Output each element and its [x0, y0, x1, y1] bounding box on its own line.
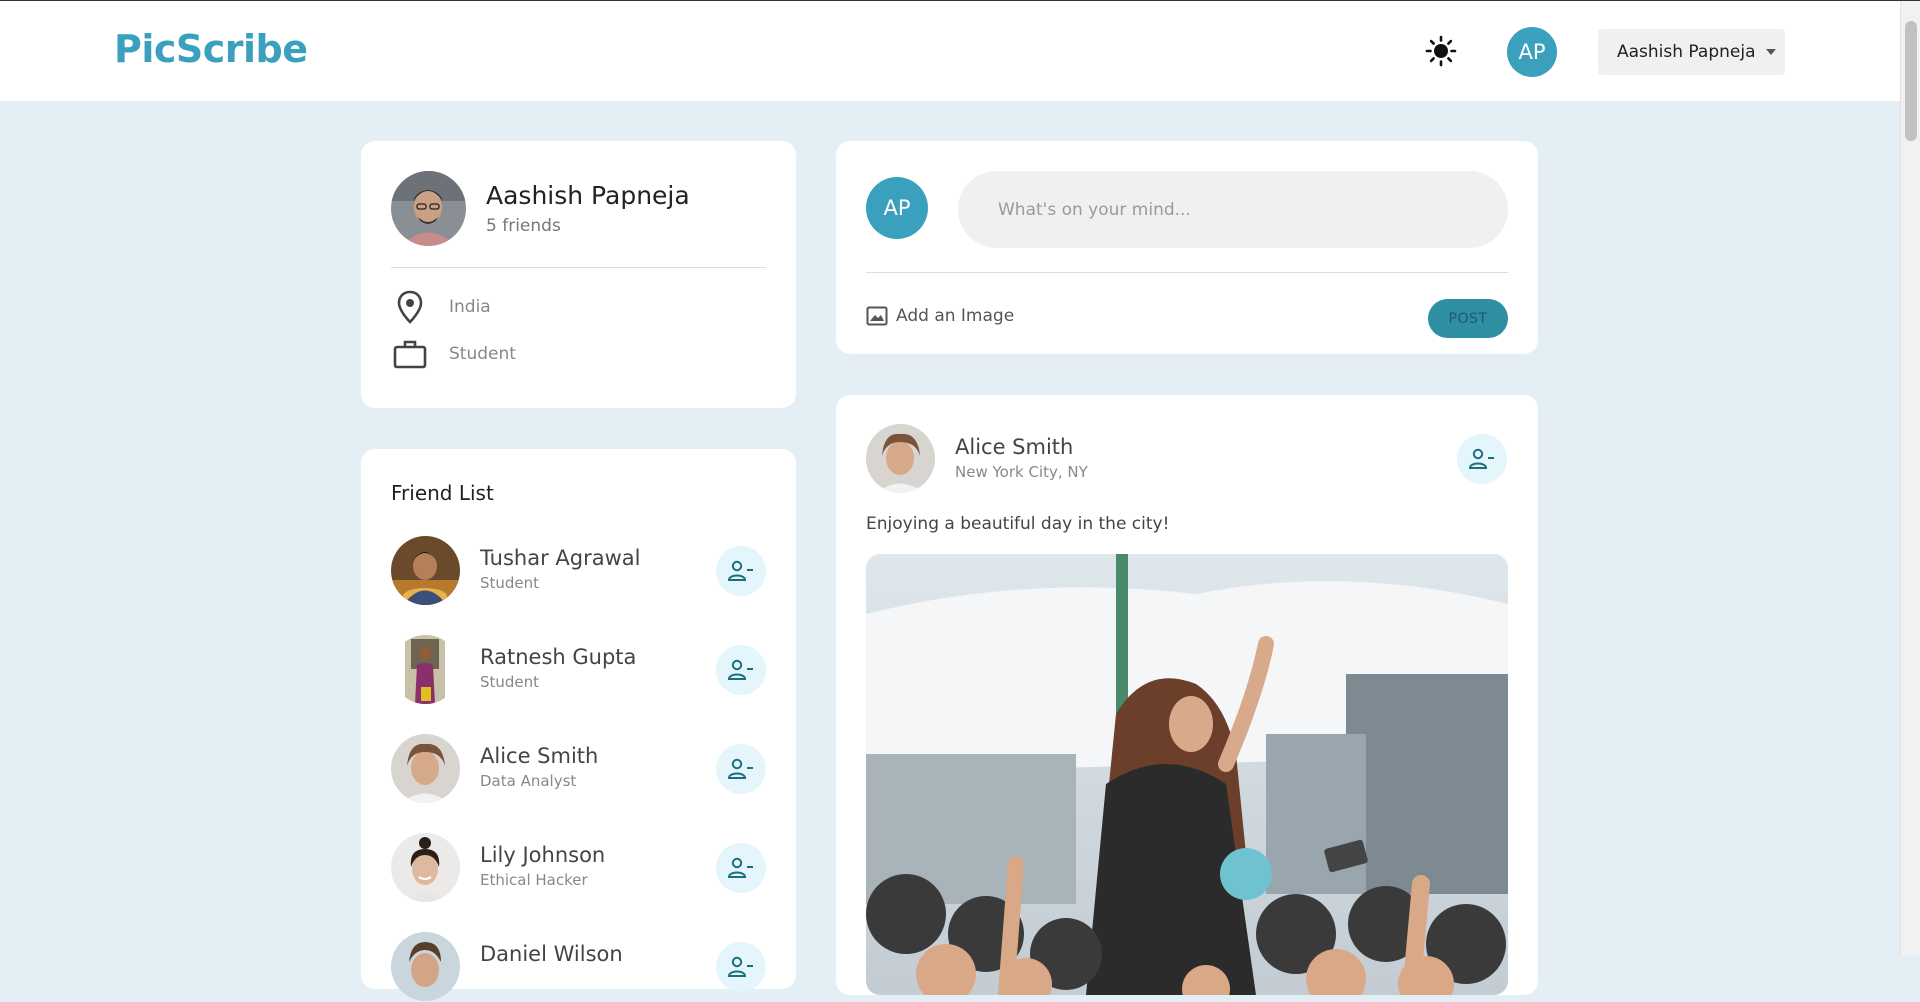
image-icon: [866, 306, 888, 326]
friend-list-card: Friend List Tushar Agrawal Student Ratne…: [361, 449, 796, 1001]
add-image-button[interactable]: Add an Image: [866, 306, 1014, 326]
theme-toggle-button[interactable]: [1425, 35, 1457, 67]
profile-location-row: India: [391, 288, 491, 326]
post-button[interactable]: POST: [1428, 299, 1508, 338]
profile-location: India: [449, 297, 491, 317]
remove-friend-button[interactable]: [716, 744, 766, 794]
user-menu-label: Aashish Papneja: [1617, 42, 1756, 62]
remove-friend-button[interactable]: [1457, 434, 1507, 484]
person-remove-icon: [728, 560, 753, 581]
post-text: Enjoying a beautiful day in the city!: [866, 514, 1170, 534]
profile-card: Aashish Papneja 5 friends India Student: [361, 141, 796, 408]
person-remove-icon: [728, 659, 753, 680]
person-remove-icon: [728, 956, 753, 977]
profile-divider: [391, 267, 766, 268]
friend-item: Alice Smith Data Analyst: [391, 734, 766, 804]
top-navbar: PicScribe AP Aashish Papneja: [0, 1, 1900, 101]
profile-name[interactable]: Aashish Papneja: [486, 181, 690, 210]
person-remove-icon: [728, 758, 753, 779]
scrollbar-thumb[interactable]: [1905, 21, 1917, 141]
friend-name[interactable]: Daniel Wilson: [480, 942, 623, 966]
post-image[interactable]: [866, 554, 1508, 995]
friend-item: Daniel Wilson: [391, 932, 766, 1002]
post-author-location: New York City, NY: [955, 463, 1088, 481]
friend-name[interactable]: Lily Johnson: [480, 843, 605, 867]
sun-icon: [1425, 35, 1457, 67]
post-author-avatar[interactable]: [866, 424, 935, 493]
friend-occupation: Student: [480, 673, 540, 691]
page-scrollbar[interactable]: [1900, 1, 1920, 956]
profile-photo[interactable]: [391, 171, 466, 246]
profile-occupation-row: Student: [391, 335, 516, 373]
friend-item: Tushar Agrawal Student: [391, 536, 766, 606]
friend-occupation: Data Analyst: [480, 772, 577, 790]
profile-friends-count: 5 friends: [486, 216, 561, 236]
composer-divider: [866, 272, 1508, 273]
remove-friend-button[interactable]: [716, 645, 766, 695]
friend-name[interactable]: Ratnesh Gupta: [480, 645, 636, 669]
composer-avatar: AP: [866, 177, 928, 239]
profile-occupation: Student: [449, 344, 516, 364]
friend-avatar[interactable]: [391, 833, 460, 902]
post-text-input[interactable]: [958, 171, 1508, 248]
brand-logo[interactable]: PicScribe: [114, 27, 308, 71]
friend-avatar[interactable]: [391, 536, 460, 605]
friend-item: Ratnesh Gupta Student: [391, 635, 766, 705]
friend-list-title: Friend List: [391, 481, 494, 505]
person-remove-icon: [728, 857, 753, 878]
add-image-label: Add an Image: [896, 306, 1015, 326]
friend-avatar[interactable]: [391, 734, 460, 803]
friend-avatar[interactable]: [391, 932, 460, 1001]
friend-occupation: Ethical Hacker: [480, 871, 588, 889]
friend-occupation: Student: [480, 574, 540, 592]
friend-item: Lily Johnson Ethical Hacker: [391, 833, 766, 903]
remove-friend-button[interactable]: [716, 546, 766, 596]
post-author-name[interactable]: Alice Smith: [955, 435, 1073, 459]
person-remove-icon: [1469, 448, 1494, 469]
user-avatar[interactable]: AP: [1507, 27, 1557, 77]
briefcase-icon: [391, 335, 429, 373]
friend-name[interactable]: Alice Smith: [480, 744, 598, 768]
friend-name[interactable]: Tushar Agrawal: [480, 546, 640, 570]
location-pin-icon: [391, 288, 429, 326]
remove-friend-button[interactable]: [716, 942, 766, 992]
friend-avatar[interactable]: [391, 635, 460, 704]
caret-down-icon: [1765, 49, 1776, 55]
remove-friend-button[interactable]: [716, 843, 766, 893]
user-menu-dropdown[interactable]: Aashish Papneja: [1598, 29, 1785, 75]
post-card: Alice Smith New York City, NY Enjoying a…: [836, 395, 1538, 995]
